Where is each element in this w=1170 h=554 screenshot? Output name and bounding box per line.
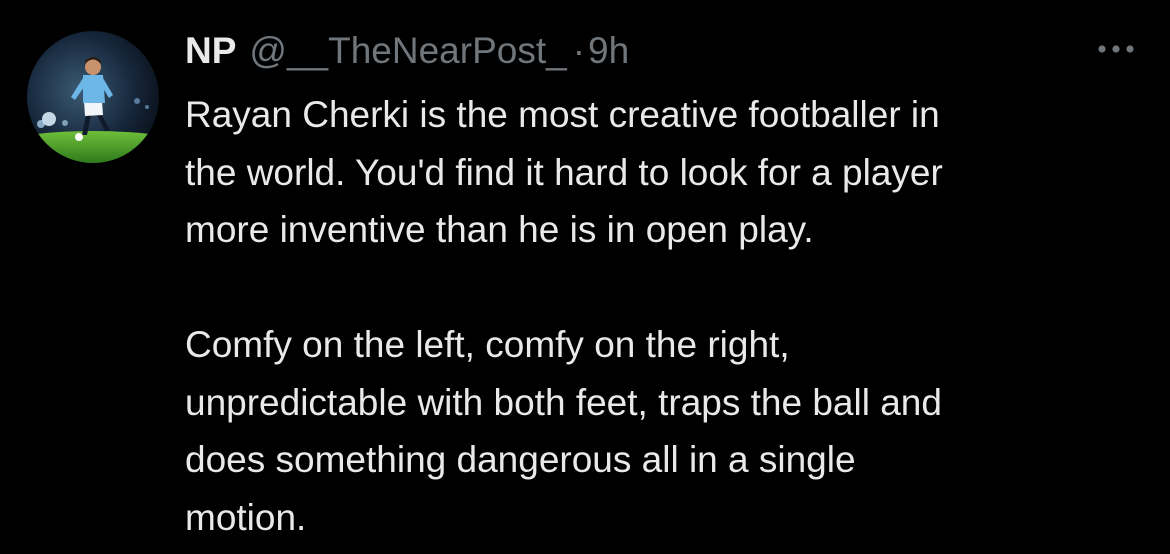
tweet-line: Rayan Cherki is the most creative footba… xyxy=(185,94,940,135)
tweet-line: Comfy on the left, comfy on the right, xyxy=(185,324,790,365)
more-options-icon xyxy=(1098,45,1134,53)
tweet-line: the world. You'd find it hard to look fo… xyxy=(185,151,943,193)
more-options-button[interactable] xyxy=(1094,36,1138,62)
timestamp[interactable]: 9h xyxy=(588,28,629,74)
tweet-line: does something dangerous all in a single xyxy=(185,439,856,480)
header-separator: · xyxy=(572,30,586,71)
tweet-header: NP @__TheNearPost_ · 9h xyxy=(185,28,629,74)
tweet-paragraph: Rayan Cherki is the most creative footba… xyxy=(185,86,1145,259)
avatar-footballer-icon xyxy=(27,31,159,163)
tweet[interactable]: NP @__TheNearPost_ · 9h Rayan Cherki is … xyxy=(0,0,1170,554)
tweet-line: motion. xyxy=(185,496,307,538)
tweet-line: more inventive than he is in open play. xyxy=(185,209,814,250)
tweet-text: Rayan Cherki is the most creative footba… xyxy=(185,86,1145,546)
user-handle[interactable]: @__TheNearPost_ xyxy=(249,28,566,74)
tweet-line: unpredictable with both feet, traps the … xyxy=(185,381,942,423)
tweet-paragraph: Comfy on the left, comfy on the right, u… xyxy=(185,316,1145,546)
avatar[interactable] xyxy=(27,31,159,163)
display-name[interactable]: NP xyxy=(185,28,236,74)
